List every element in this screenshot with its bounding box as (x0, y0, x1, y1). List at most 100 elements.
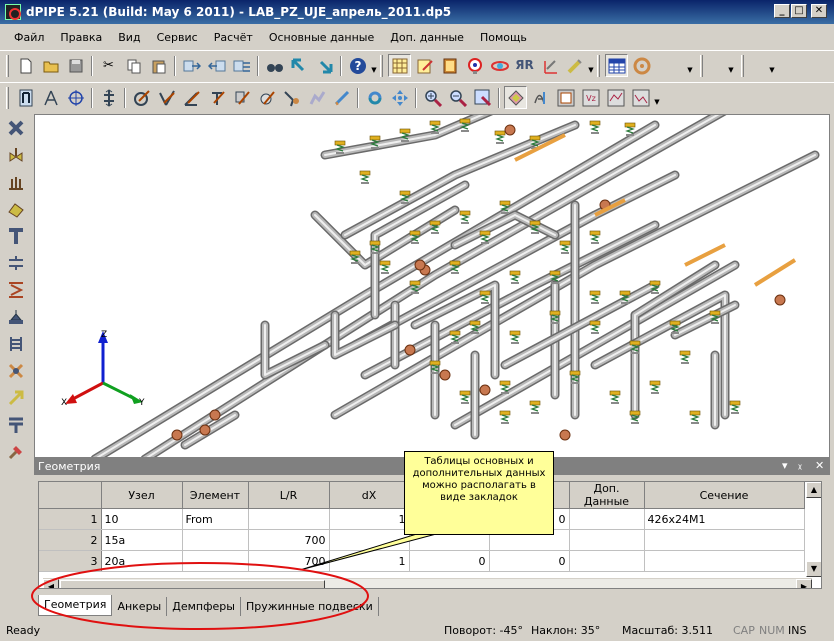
panel-close-icon[interactable]: ✕ (815, 459, 824, 472)
open-folder-icon[interactable] (39, 54, 62, 77)
edit-note-icon[interactable] (413, 54, 436, 77)
table-row[interactable]: 3 20a 700 1 0 0 (39, 550, 805, 572)
menu-main-data[interactable]: Основные данные (261, 29, 382, 46)
snap-icon[interactable] (305, 86, 328, 109)
cell-lr[interactable]: 700 (248, 550, 330, 572)
circle-icon[interactable] (630, 54, 653, 77)
flange-icon[interactable] (4, 251, 28, 275)
tab-geometry[interactable]: Геометрия (38, 595, 113, 616)
scroll-down-icon[interactable]: ▼ (806, 561, 821, 577)
report-icon[interactable] (554, 86, 577, 109)
tab-spring-hangers[interactable]: Пружинные подвески (241, 597, 379, 616)
reducer-icon[interactable] (4, 197, 28, 221)
shaded-view-icon[interactable] (504, 86, 527, 109)
toolbar-grip[interactable] (741, 54, 744, 77)
cell-dx[interactable] (329, 529, 410, 551)
wireframe-icon[interactable] (529, 86, 552, 109)
cell-element[interactable] (182, 529, 249, 551)
zoom-in-icon[interactable] (421, 86, 444, 109)
sphere-icon[interactable] (488, 54, 511, 77)
delete-node-icon[interactable] (4, 116, 28, 140)
move-left-icon[interactable] (205, 54, 228, 77)
menu-help[interactable]: Помощь (472, 29, 535, 46)
bend-icon[interactable] (205, 86, 228, 109)
chevron-down-icon[interactable]: ▼ (727, 54, 735, 77)
cross-icon[interactable] (4, 359, 28, 383)
cell-extra[interactable] (569, 529, 645, 551)
column-header-lr[interactable]: L/R (248, 482, 330, 509)
move-right-icon[interactable] (180, 54, 203, 77)
menu-extra-data[interactable]: Доп. данные (382, 29, 472, 46)
close-button[interactable]: ✕ (811, 4, 827, 18)
maximize-button[interactable]: □ (791, 4, 807, 18)
cell[interactable]: 0 (409, 550, 490, 572)
node-edit-icon[interactable] (130, 86, 153, 109)
circle-target-icon[interactable] (463, 54, 486, 77)
tab-anchors[interactable]: Анкеры (112, 597, 168, 616)
cell-node[interactable]: 20a (101, 550, 183, 572)
toolbar-grip[interactable] (380, 54, 383, 77)
column-header-node[interactable]: Узел (101, 482, 183, 509)
cell-element[interactable]: From (182, 508, 249, 530)
cut-icon[interactable]: ✂ (97, 54, 120, 77)
axis-icon[interactable] (538, 54, 561, 77)
tab-dampers[interactable]: Демпферы (167, 597, 241, 616)
book-icon[interactable] (438, 54, 461, 77)
hammer-icon[interactable] (4, 440, 28, 464)
cell-element[interactable] (182, 550, 249, 572)
column-header-element[interactable]: Элемент (182, 482, 249, 509)
toolbar-grip[interactable] (700, 54, 703, 77)
chevron-down-icon[interactable]: ▼ (686, 54, 694, 77)
compass-icon[interactable] (39, 86, 62, 109)
copy-icon[interactable] (122, 54, 145, 77)
menu-view[interactable]: Вид (110, 29, 148, 46)
tee-icon[interactable] (4, 224, 28, 248)
panel-menu-icon[interactable]: ▾ (782, 459, 788, 472)
scrollbar-thumb[interactable] (60, 580, 325, 588)
flag-icon[interactable] (230, 86, 253, 109)
sy-icon[interactable] (629, 86, 652, 109)
horizontal-scrollbar[interactable]: ◀ ▶ (43, 578, 812, 588)
menu-edit[interactable]: Правка (52, 29, 110, 46)
zoom-out-icon[interactable] (446, 86, 469, 109)
cell-section[interactable] (644, 529, 805, 551)
mirror-icon[interactable]: ЯR (513, 54, 536, 77)
new-file-icon[interactable] (14, 54, 37, 77)
save-icon[interactable] (64, 54, 87, 77)
minimize-button[interactable]: _ (774, 4, 790, 18)
cell-dx[interactable]: 1 (329, 508, 410, 530)
cell-extra[interactable] (569, 508, 645, 530)
nozzle-icon[interactable] (4, 305, 28, 329)
panel-pin-icon[interactable]: ᵪ (798, 458, 802, 471)
column-header-extra[interactable]: Доп. Данные (569, 482, 645, 509)
pencil-icon[interactable] (563, 54, 586, 77)
pan-icon[interactable] (388, 86, 411, 109)
toolbar-grip[interactable] (597, 54, 600, 77)
paste-icon[interactable] (147, 54, 170, 77)
element-edit-icon[interactable] (155, 86, 178, 109)
anchor-icon[interactable] (4, 170, 28, 194)
support-icon[interactable] (4, 413, 28, 437)
title-bar[interactable]: dPIPE 5.21 (Build: May 6 2011) - LAB_PZ_… (0, 0, 834, 24)
cell[interactable]: 0 (489, 550, 570, 572)
arrow-icon[interactable] (4, 386, 28, 410)
cell-lr[interactable]: 700 (248, 529, 330, 551)
pointer-icon[interactable] (14, 86, 37, 109)
scroll-right-icon[interactable]: ▶ (796, 579, 812, 588)
cell-extra[interactable] (569, 550, 645, 572)
grid-view-icon[interactable] (388, 54, 411, 77)
rotate-icon[interactable] (363, 86, 386, 109)
crosshair-icon[interactable] (64, 86, 87, 109)
branch-icon[interactable] (255, 86, 278, 109)
cursor-select-icon[interactable] (288, 54, 311, 77)
model-viewport[interactable]: Z X Y (34, 114, 830, 458)
zoom-window-icon[interactable] (471, 86, 494, 109)
cell-node[interactable]: 15a (101, 529, 183, 551)
binoculars-icon[interactable] (263, 54, 286, 77)
valve-icon[interactable] (4, 143, 28, 167)
expansion-joint-icon[interactable] (4, 332, 28, 356)
piping-model-drawing[interactable]: Z X Y (35, 115, 830, 458)
column-header-section[interactable]: Сечение (644, 482, 805, 509)
cursor-move-icon[interactable] (313, 54, 336, 77)
menu-calculation[interactable]: Расчёт (206, 29, 261, 46)
